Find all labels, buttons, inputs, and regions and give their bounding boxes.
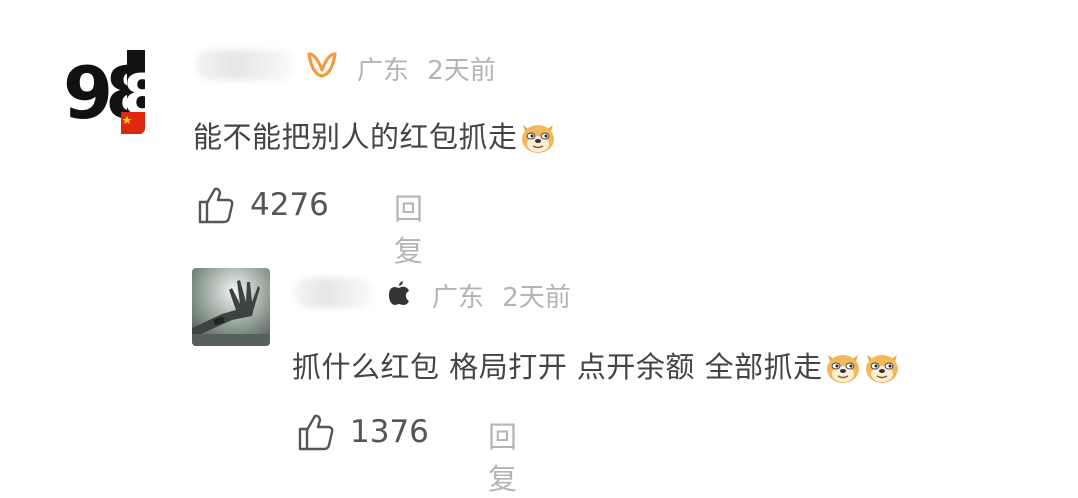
reply-button[interactable]: 回复 bbox=[394, 186, 423, 270]
comment-meta: 广东 2天前 bbox=[432, 277, 581, 314]
username-blurred[interactable] bbox=[195, 50, 295, 80]
doge-emoji bbox=[863, 349, 901, 385]
doge-emoji bbox=[824, 349, 862, 385]
like-count: 1376 bbox=[350, 414, 429, 450]
doge-emoji bbox=[519, 119, 557, 155]
thumbs-up-icon bbox=[196, 185, 236, 225]
comment-text-content: 能不能把别人的红包抓走 bbox=[193, 120, 518, 154]
comment-text: 抓什么红包 格局打开 点开余额 全部抓走 bbox=[292, 344, 901, 386]
username-blurred[interactable] bbox=[294, 278, 374, 308]
reply-button[interactable]: 回复 bbox=[488, 414, 517, 498]
location-label: 广东 bbox=[357, 56, 410, 86]
comment-text-content: 抓什么红包 格局打开 点开余额 全部抓走 bbox=[292, 350, 823, 384]
location-label: 广东 bbox=[432, 283, 485, 313]
time-label: 2天前 bbox=[427, 56, 496, 86]
thumbs-up-icon bbox=[296, 412, 336, 452]
comment-meta: 广东 2天前 bbox=[357, 50, 506, 87]
comment-text: 能不能把别人的红包抓走 bbox=[193, 114, 557, 156]
time-label: 2天前 bbox=[502, 283, 571, 313]
like-count: 4276 bbox=[250, 187, 329, 223]
avatar[interactable]: 98 8 bbox=[65, 44, 145, 134]
weibo-vip-icon bbox=[306, 50, 338, 84]
like-button[interactable]: 4276 bbox=[196, 185, 329, 225]
avatar[interactable] bbox=[192, 268, 270, 346]
apple-icon bbox=[388, 280, 410, 310]
like-button[interactable]: 1376 bbox=[296, 412, 429, 452]
